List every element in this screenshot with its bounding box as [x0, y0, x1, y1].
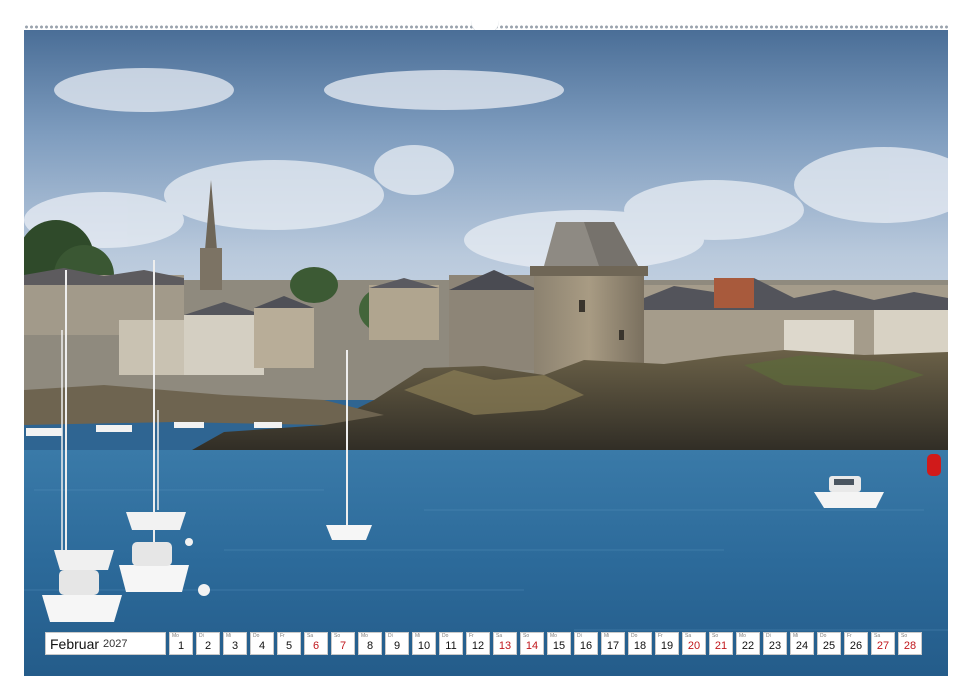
day-number: 6	[312, 640, 320, 652]
day-number: 25	[822, 640, 836, 652]
day-weekday: Fr	[469, 633, 474, 639]
day-weekday: Mi	[415, 633, 421, 639]
day-cell: So 14	[520, 632, 544, 655]
day-cell: Mo 22	[736, 632, 760, 655]
day-cell: Di 23	[763, 632, 787, 655]
day-cell: Fr 26	[844, 632, 868, 655]
day-weekday: Sa	[685, 633, 692, 639]
day-cell: Mo 1	[169, 632, 193, 655]
day-weekday: Mi	[793, 633, 799, 639]
day-number: 5	[285, 640, 293, 652]
day-weekday: Fr	[280, 633, 285, 639]
harbour-landscape-image	[24, 30, 948, 676]
day-weekday: Do	[631, 633, 638, 639]
day-cell: Sa 6	[304, 632, 328, 655]
day-cell: So 21	[709, 632, 733, 655]
day-weekday: So	[523, 633, 530, 639]
day-cell: Do 4	[250, 632, 274, 655]
day-number: 9	[393, 640, 401, 652]
day-number: 16	[579, 640, 593, 652]
day-cell: Mo 8	[358, 632, 382, 655]
day-weekday: Di	[577, 633, 582, 639]
day-cell: Fr 12	[466, 632, 490, 655]
day-cell: Do 18	[628, 632, 652, 655]
day-cell: Di 9	[385, 632, 409, 655]
day-weekday: Fr	[658, 633, 663, 639]
day-number: 14	[525, 640, 539, 652]
day-cell: Fr 5	[277, 632, 301, 655]
day-weekday: Mo	[172, 633, 179, 639]
day-weekday: Di	[766, 633, 771, 639]
day-number: 27	[876, 640, 890, 652]
day-weekday: Do	[253, 633, 260, 639]
day-number: 24	[795, 640, 809, 652]
day-weekday: Mi	[226, 633, 232, 639]
day-cell: Di 16	[574, 632, 598, 655]
day-number: 18	[633, 640, 647, 652]
day-number: 11	[445, 640, 457, 652]
day-weekday: Sa	[496, 633, 503, 639]
day-weekday: Mo	[550, 633, 557, 639]
day-cell: So 7	[331, 632, 355, 655]
day-number: 23	[768, 640, 782, 652]
day-number: 20	[687, 640, 701, 652]
day-weekday: Sa	[307, 633, 314, 639]
day-cell: Mi 10	[412, 632, 436, 655]
day-weekday: So	[712, 633, 719, 639]
day-weekday: Mi	[604, 633, 610, 639]
day-cell: Sa 27	[871, 632, 895, 655]
day-weekday: So	[334, 633, 341, 639]
day-number: 8	[366, 640, 374, 652]
day-number: 10	[417, 640, 431, 652]
day-number: 12	[471, 640, 485, 652]
day-number: 26	[849, 640, 863, 652]
day-cell: Mi 24	[790, 632, 814, 655]
day-number: 28	[903, 640, 917, 652]
day-number: 1	[177, 640, 185, 652]
month-year: 2027	[103, 637, 128, 650]
day-cell: So 28	[898, 632, 922, 655]
day-cell: Mi 17	[601, 632, 625, 655]
day-cell: Sa 20	[682, 632, 706, 655]
day-cell: Sa 13	[493, 632, 517, 655]
calendar-photo	[24, 30, 948, 676]
day-weekday: Do	[442, 633, 449, 639]
day-number: 22	[741, 640, 755, 652]
day-cell: Do 25	[817, 632, 841, 655]
month-label: Februar 2027	[45, 632, 166, 655]
day-number: 2	[204, 640, 212, 652]
day-weekday: Mo	[361, 633, 368, 639]
day-number: 3	[231, 640, 239, 652]
day-number: 4	[258, 640, 266, 652]
day-cell: Di 2	[196, 632, 220, 655]
day-weekday: Di	[199, 633, 204, 639]
day-number: 17	[606, 640, 620, 652]
calendar-date-strip: Februar 2027 Mo 1 Di 2 Mi 3 Do 4 Fr 5 Sa 6 So 7 Mo 8 Di 9…	[45, 632, 926, 655]
day-weekday: Mo	[739, 633, 746, 639]
day-weekday: Fr	[847, 633, 852, 639]
day-cell: Do 11	[439, 632, 463, 655]
day-weekday: Di	[388, 633, 393, 639]
day-number: 7	[339, 640, 347, 652]
day-weekday: Do	[820, 633, 827, 639]
day-weekday: So	[901, 633, 908, 639]
day-cell: Mo 15	[547, 632, 571, 655]
day-number: 19	[660, 640, 674, 652]
day-cell: Fr 19	[655, 632, 679, 655]
day-number: 13	[498, 640, 512, 652]
day-weekday: Sa	[874, 633, 881, 639]
day-number: 15	[552, 640, 566, 652]
day-cell: Mi 3	[223, 632, 247, 655]
day-number: 21	[714, 640, 728, 652]
month-name: Februar	[50, 635, 100, 652]
